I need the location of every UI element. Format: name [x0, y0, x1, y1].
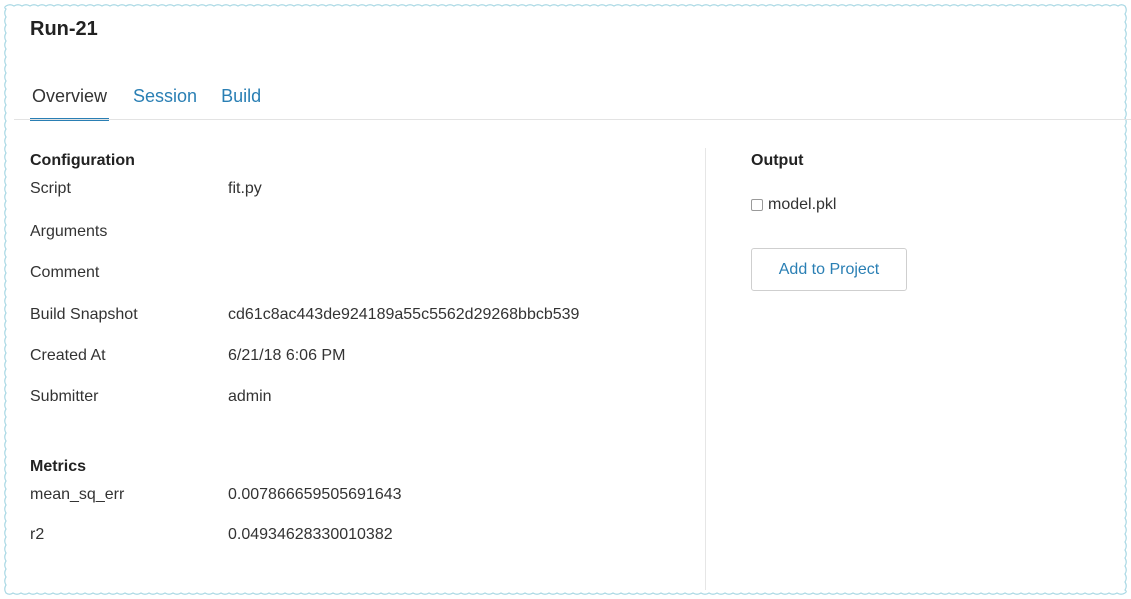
file-checkbox[interactable]	[751, 199, 763, 211]
tab-overview[interactable]: Overview	[30, 84, 110, 121]
config-value-created-at: 6/21/18 6:06 PM	[228, 347, 346, 364]
config-label-comment: Comment	[30, 264, 100, 281]
add-to-project-button[interactable]: Add to Project	[751, 248, 907, 291]
tab-bar: Overview Session Build	[30, 84, 285, 121]
metrics-heading: Metrics	[30, 458, 87, 475]
config-value-submitter: admin	[228, 388, 272, 405]
config-value-build-snapshot: cd61c8ac443de924189a55c5562d29268bbcb539	[228, 306, 580, 323]
tab-session[interactable]: Session	[133, 84, 197, 118]
config-label-script: Script	[30, 180, 71, 197]
output-heading: Output	[751, 152, 804, 169]
metric-label-r2: r2	[30, 526, 45, 543]
config-label-created-at: Created At	[30, 347, 106, 364]
config-value-script: fit.py	[228, 180, 262, 197]
metric-value-r2: 0.04934628330010382	[228, 526, 393, 543]
config-label-build-snapshot: Build Snapshot	[30, 306, 138, 323]
page-title: Run-21	[30, 18, 98, 40]
column-divider	[705, 148, 706, 590]
metric-label-mean-sq-err: mean_sq_err	[30, 486, 125, 503]
config-label-submitter: Submitter	[30, 388, 99, 405]
config-label-arguments: Arguments	[30, 223, 108, 240]
configuration-heading: Configuration	[30, 152, 135, 169]
metric-value-mean-sq-err: 0.007866659505691643	[228, 486, 402, 503]
output-file-name: model.pkl	[768, 196, 837, 213]
tab-build[interactable]: Build	[221, 84, 261, 118]
output-file-item[interactable]: model.pkl	[751, 196, 836, 214]
tab-bar-divider	[14, 119, 1131, 120]
